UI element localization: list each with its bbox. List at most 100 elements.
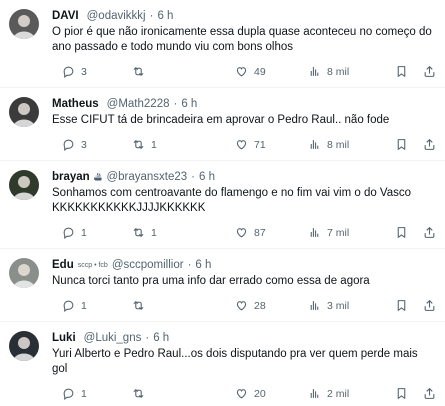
views-count: 2 mil [327,387,350,400]
reply-icon [63,66,74,78]
bookmark-button[interactable] [395,65,408,78]
author-name-decoration: sccp • fcb [77,262,108,269]
tweet[interactable]: Luki @Luki_gns · 6 h Yuri Alberto e Pedr… [0,322,445,406]
bookmark-icon [397,388,406,399]
bookmark-icon [397,139,406,150]
bookmark-button[interactable] [395,138,408,151]
views-count: 7 mil [327,226,350,239]
avatar-image [9,258,39,288]
avatar[interactable] [9,97,39,127]
analytics-icon [310,67,319,76]
author-handle[interactable]: @Math2228 [107,96,170,113]
heart-icon [236,228,247,238]
views-button[interactable]: 8 mil [308,65,349,78]
timestamp[interactable]: 6 h [199,169,215,186]
like-count: 87 [254,226,266,239]
share-button[interactable] [423,387,436,400]
retweet-button[interactable] [132,387,151,400]
reply-button[interactable]: 1 [62,226,87,239]
retweet-count: 1 [151,138,157,151]
views-button[interactable]: 2 mil [308,387,349,400]
author-handle[interactable]: @brayansxte23 [106,169,187,186]
avatar[interactable] [9,170,39,200]
bookmark-button[interactable] [395,226,408,239]
author-name[interactable]: brayan [52,169,90,186]
avatar[interactable] [9,258,39,288]
views-button[interactable]: 8 mil [308,138,349,151]
tweet[interactable]: DAVI @odavikkkj · 6 h O pior é que não i… [0,0,445,88]
timestamp[interactable]: 6 h [195,257,211,274]
heart-icon [236,301,247,311]
timestamp[interactable]: 6 h [181,96,197,113]
tweet-actions: 1 1 87 7 mil [52,222,435,248]
tweet-text: Sonhamos com centroavante do flamengo e … [52,187,412,214]
tweet-header: brayan 🚢 @brayansxte23 · 6 h [52,169,435,186]
retweet-button[interactable] [132,299,151,312]
timestamp[interactable]: 6 h [157,8,173,25]
share-button[interactable] [423,226,436,239]
reply-icon [63,388,74,400]
share-button[interactable] [423,299,436,312]
avatar[interactable] [9,331,39,361]
retweet-icon [133,67,144,76]
views-button[interactable]: 3 mil [308,299,349,312]
author-name[interactable]: Edu [52,257,74,274]
reply-icon [63,139,74,151]
share-icon [424,388,435,399]
views-button[interactable]: 7 mil [308,226,349,239]
separator-dot: · [191,171,196,183]
share-icon [424,227,435,238]
reply-button[interactable]: 3 [62,65,87,78]
like-button[interactable]: 20 [235,387,266,400]
like-button[interactable]: 28 [235,299,266,312]
analytics-icon [310,140,319,149]
avatar-image [9,170,39,200]
tweet-text: O pior é que não ironicamente essa dupla… [52,26,432,53]
tweet-header: DAVI @odavikkkj · 6 h [52,8,435,25]
like-button[interactable]: 87 [235,226,266,239]
views-count: 8 mil [327,138,350,151]
bookmark-button[interactable] [395,387,408,400]
retweet-icon [133,140,144,149]
heart-icon [236,140,247,150]
author-name-decoration: 🚢 [93,174,103,181]
analytics-icon [310,228,319,237]
author-handle[interactable]: @odavikkkj [87,8,146,25]
author-handle[interactable]: @sccpomillior [112,257,184,274]
reply-button[interactable]: 1 [62,387,87,400]
author-name[interactable]: Matheus [52,96,99,113]
timestamp[interactable]: 6 h [153,330,169,347]
reply-button[interactable]: 1 [62,299,87,312]
reply-count: 3 [81,65,87,78]
like-button[interactable]: 71 [235,138,266,151]
retweet-button[interactable]: 1 [132,138,157,151]
tweet[interactable]: brayan 🚢 @brayansxte23 · 6 h Sonhamos co… [0,161,445,249]
retweet-button[interactable]: 1 [132,226,157,239]
author-name[interactable]: Luki [52,330,76,347]
tweet-actions: 3 1 71 8 mil [52,134,435,160]
retweet-button[interactable] [132,65,151,78]
tweet[interactable]: Edu sccp • fcb @sccpomillior · 6 h Nunca… [0,249,445,322]
tweet-text: Esse CIFUT tá de brincadeira em aprovar … [52,114,390,126]
share-button[interactable] [423,65,436,78]
reply-button[interactable]: 3 [62,138,87,151]
bookmark-icon [397,227,406,238]
like-button[interactable]: 49 [235,65,266,78]
bookmark-button[interactable] [395,299,408,312]
tweet-text: Nunca torci tanto pra uma info dar errad… [52,275,370,287]
reply-count: 1 [81,299,87,312]
bookmark-icon [397,66,406,77]
separator-dot: · [187,259,192,271]
author-handle[interactable]: @Luki_gns [84,330,142,347]
like-count: 71 [254,138,266,151]
heart-icon [236,389,247,399]
separator-dot: · [145,332,150,344]
avatar[interactable] [9,9,39,39]
like-count: 20 [254,387,266,400]
tweet[interactable]: Matheus @Math2228 · 6 h Esse CIFUT tá de… [0,88,445,161]
author-name[interactable]: DAVI [52,8,79,25]
retweet-count: 1 [151,226,157,239]
share-button[interactable] [423,138,436,151]
reply-icon [63,300,74,312]
avatar-image [9,97,39,127]
